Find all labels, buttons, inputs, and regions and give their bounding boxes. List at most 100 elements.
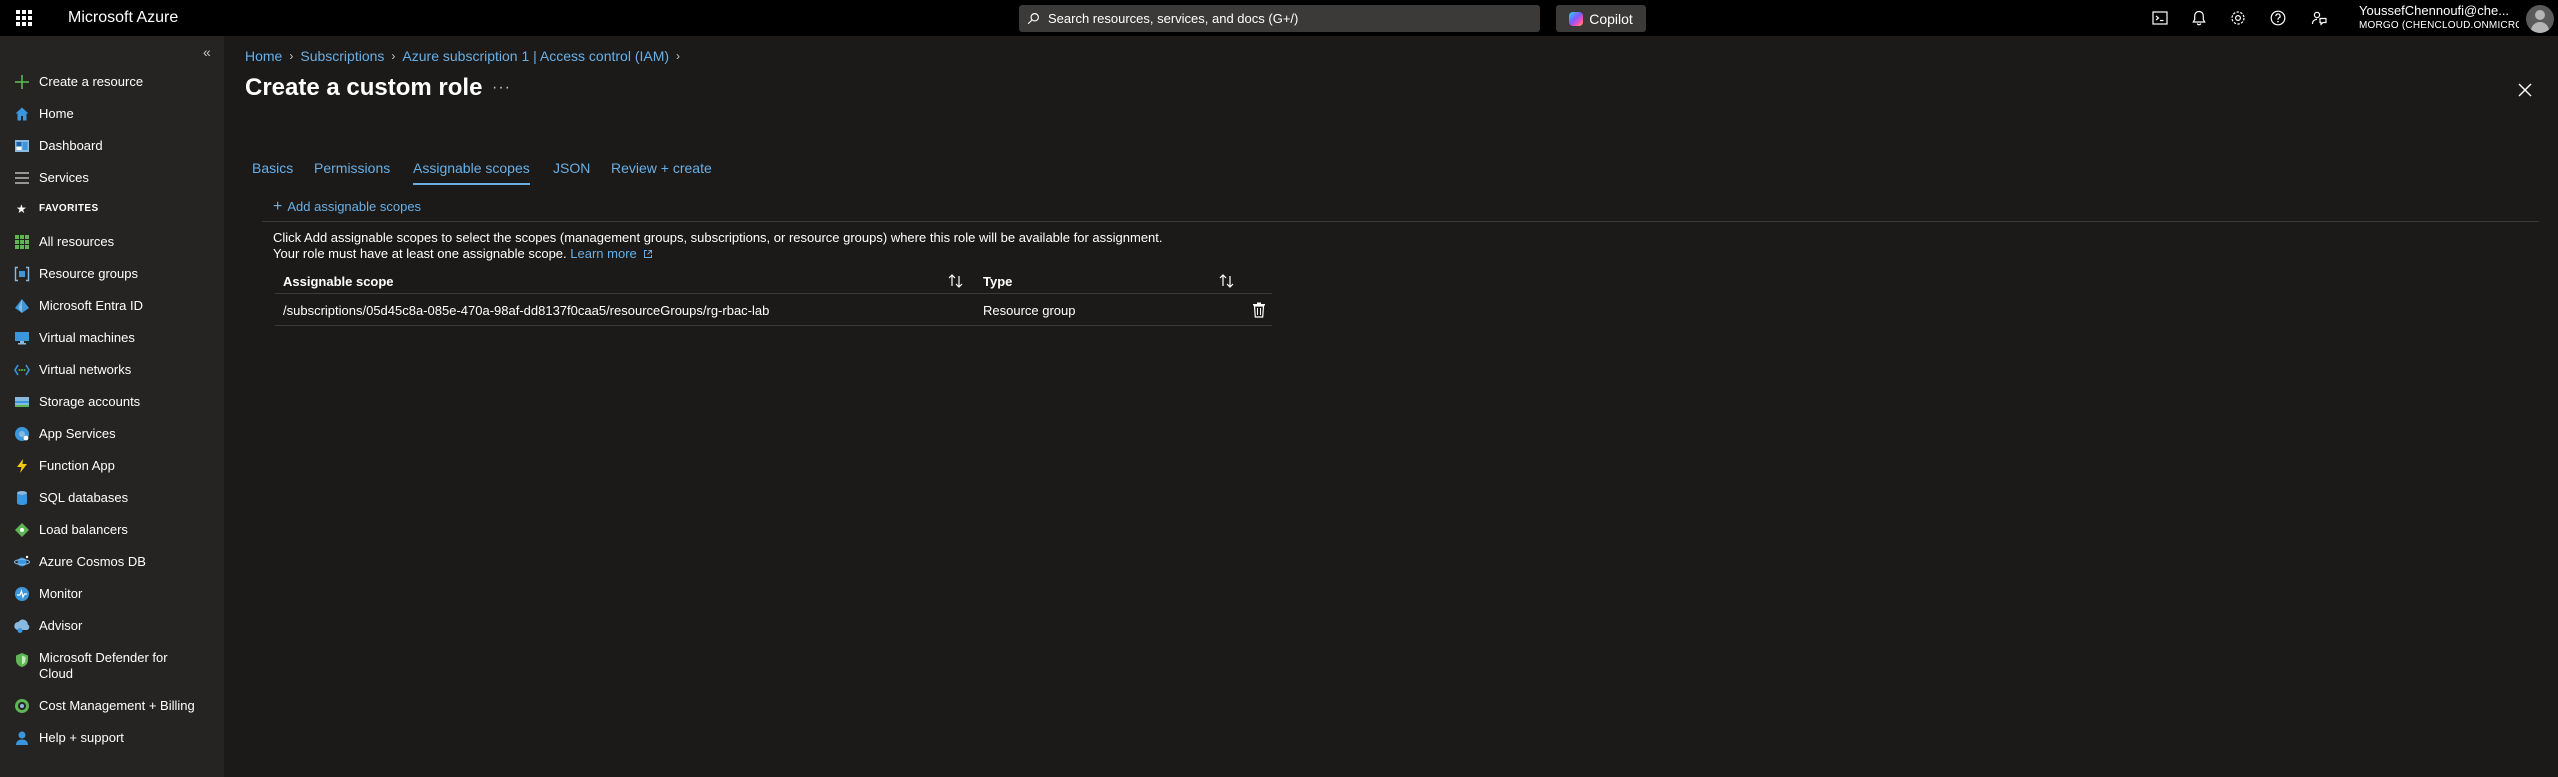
search-icon — [1027, 13, 1039, 25]
sidebar-item-label: Dashboard — [39, 138, 103, 153]
breadcrumb-home[interactable]: Home — [245, 48, 282, 64]
chevron-right-icon: › — [676, 49, 681, 63]
tab-assignable-scopes[interactable]: Assignable scopes — [413, 160, 530, 185]
page-title: Create a custom role — [245, 74, 483, 101]
sidebar-item-label: Function App — [39, 458, 115, 473]
plus-icon: + — [273, 197, 283, 215]
table-header: Assignable scope Type — [275, 270, 1272, 294]
sidebar-item-label: Microsoft Defender for Cloud — [39, 650, 168, 681]
sidebar-item-entra-id[interactable]: Microsoft Entra ID — [0, 298, 224, 314]
avatar[interactable] — [2526, 5, 2554, 33]
copilot-label: Copilot — [1589, 10, 1633, 27]
sidebar-item-label: Home — [39, 106, 74, 121]
notifications-icon[interactable] — [2189, 8, 2209, 28]
sidebar-item-defender[interactable]: Microsoft Defender for Cloud — [0, 650, 224, 682]
sidebar-item-services[interactable]: Services — [0, 170, 224, 186]
breadcrumb: Home › Subscriptions › Azure subscriptio… — [245, 48, 680, 64]
sidebar-item-monitor[interactable]: Monitor — [0, 586, 224, 602]
sidebar-item-label: SQL databases — [39, 490, 129, 505]
services-list-icon — [15, 172, 29, 184]
sidebar-item-label: Create a resource — [39, 74, 144, 89]
load-balancers-icon — [15, 523, 29, 537]
sidebar-item-function-app[interactable]: Function App — [0, 458, 224, 474]
home-icon — [15, 107, 29, 121]
sidebar-item-home[interactable]: Home — [0, 106, 224, 122]
sidebar-item-label: Help + support — [39, 730, 124, 745]
account-tenant: MORGO (CHENCLOUD.ONMICRO... — [2359, 20, 2519, 31]
defender-icon — [16, 653, 28, 667]
feedback-icon[interactable] — [2309, 8, 2329, 28]
resource-groups-icon — [14, 266, 30, 282]
help-icon[interactable] — [2268, 8, 2288, 28]
sidebar: « Create a resource Home Dashboard Servi… — [0, 36, 224, 777]
virtual-networks-icon — [14, 364, 30, 376]
help-support-icon — [16, 731, 28, 745]
learn-more-link[interactable]: Learn more — [570, 246, 636, 261]
cloud-shell-icon[interactable] — [2150, 8, 2170, 28]
tab-permissions[interactable]: Permissions — [314, 160, 390, 176]
tab-basics[interactable]: Basics — [252, 160, 293, 176]
close-icon[interactable] — [2515, 80, 2535, 100]
portal-menu-icon[interactable] — [16, 10, 32, 26]
sidebar-item-label: Monitor — [39, 586, 83, 601]
dashboard-icon — [15, 140, 29, 152]
sidebar-item-dashboard[interactable]: Dashboard — [0, 138, 224, 154]
copilot-button[interactable]: Copilot — [1556, 5, 1646, 32]
brand-title[interactable]: Microsoft Azure — [68, 9, 178, 27]
cost-management-icon — [15, 699, 29, 713]
sidebar-item-virtual-networks[interactable]: Virtual networks — [0, 362, 224, 378]
sidebar-item-label: Azure Cosmos DB — [39, 554, 146, 569]
account-info[interactable]: YoussefChennoufi@che... MORGO (CHENCLOUD… — [2359, 3, 2519, 35]
search-placeholder: Search resources, services, and docs (G+… — [1048, 11, 1299, 26]
add-assignable-scopes-button[interactable]: + Add assignable scopes — [273, 197, 422, 215]
star-icon: ★ — [16, 202, 27, 216]
sort-icon[interactable] — [1218, 273, 1236, 289]
sidebar-item-create-resource[interactable]: Create a resource — [0, 74, 224, 90]
sidebar-item-all-resources[interactable]: All resources — [0, 234, 224, 250]
sidebar-item-label: App Services — [39, 426, 116, 441]
sidebar-item-load-balancers[interactable]: Load balancers — [0, 522, 224, 538]
collapse-sidebar-icon[interactable]: « — [203, 44, 211, 60]
tab-review-create[interactable]: Review + create — [611, 160, 712, 176]
more-options-icon[interactable]: ··· — [492, 79, 511, 97]
sidebar-item-label: Resource groups — [39, 266, 138, 281]
sidebar-item-storage-accounts[interactable]: Storage accounts — [0, 394, 224, 410]
breadcrumb-subscriptions[interactable]: Subscriptions — [300, 48, 384, 64]
all-resources-icon — [15, 235, 29, 249]
sidebar-item-cosmos-db[interactable]: Azure Cosmos DB — [0, 554, 224, 570]
description-line-2-container: Your role must have at least one assigna… — [273, 246, 1473, 262]
sidebar-item-label: Services — [39, 170, 89, 185]
assignable-scopes-table: Assignable scope Type /subscriptions/05d… — [275, 270, 1272, 326]
sidebar-item-sql-databases[interactable]: SQL databases — [0, 490, 224, 506]
top-bar: Microsoft Azure Search resources, servic… — [0, 0, 2558, 36]
global-search-input[interactable]: Search resources, services, and docs (G+… — [1019, 5, 1540, 32]
sidebar-item-virtual-machines[interactable]: Virtual machines — [0, 330, 224, 346]
account-name: YoussefChennoufi@che... — [2359, 3, 2510, 18]
sidebar-item-help-support[interactable]: Help + support — [0, 730, 224, 746]
settings-icon[interactable] — [2228, 8, 2248, 28]
chevron-right-icon: › — [289, 49, 294, 63]
tab-json[interactable]: JSON — [553, 160, 590, 176]
monitor-icon — [15, 587, 29, 601]
column-header-type: Type — [983, 274, 1013, 289]
sidebar-item-cost-management[interactable]: Cost Management + Billing — [0, 698, 224, 714]
function-app-icon — [17, 459, 27, 473]
sidebar-item-label: Cost Management + Billing — [39, 698, 195, 713]
delete-icon[interactable] — [1252, 302, 1266, 318]
type-cell: Resource group — [983, 303, 1076, 318]
sidebar-item-app-services[interactable]: App Services — [0, 426, 224, 442]
sidebar-item-resource-groups[interactable]: Resource groups — [0, 266, 224, 282]
app-services-icon — [15, 427, 29, 441]
add-assignable-scopes-label: Add assignable scopes — [287, 199, 422, 214]
chevron-right-icon: › — [391, 49, 396, 63]
sidebar-item-label: Advisor — [39, 618, 83, 633]
storage-accounts-icon — [15, 397, 29, 407]
advisor-icon — [14, 619, 30, 633]
sidebar-item-label: Storage accounts — [39, 394, 141, 409]
sort-icon[interactable] — [947, 273, 965, 289]
sidebar-item-advisor[interactable]: Advisor — [0, 618, 224, 634]
description-line-2: Your role must have at least one assigna… — [273, 246, 567, 261]
table-row: /subscriptions/05d45c8a-085e-470a-98af-d… — [275, 294, 1272, 326]
breadcrumb-access-control[interactable]: Azure subscription 1 | Access control (I… — [402, 48, 669, 64]
entra-id-icon — [15, 299, 29, 313]
